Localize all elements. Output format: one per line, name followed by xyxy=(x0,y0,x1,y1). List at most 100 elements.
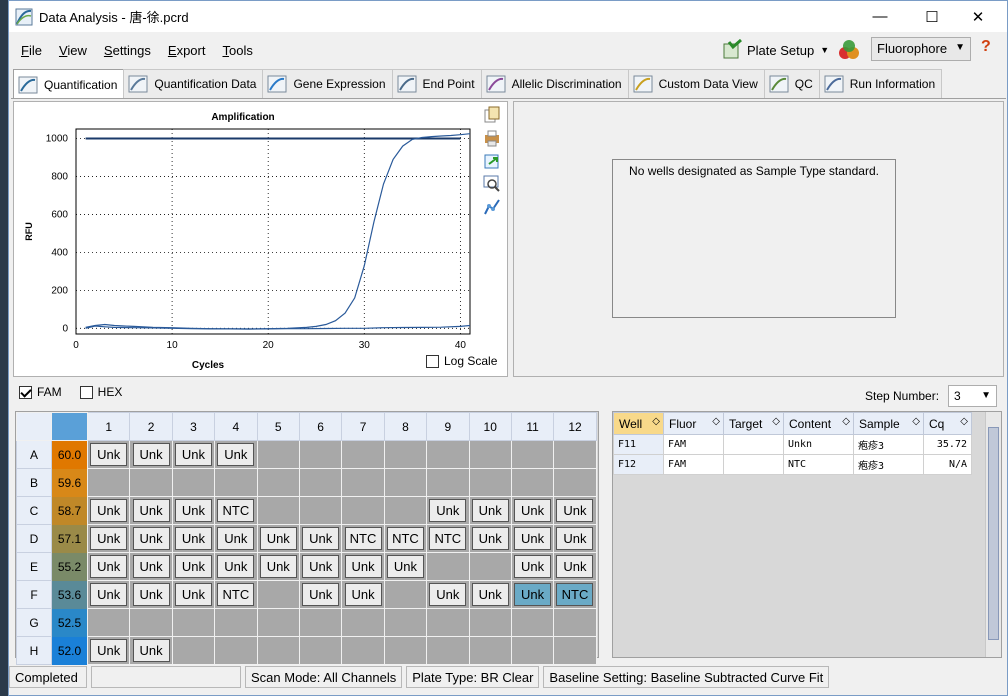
plate-well[interactable]: Unk xyxy=(171,524,216,553)
well-content-label[interactable]: Unk xyxy=(90,639,128,662)
plate-well[interactable]: NTC xyxy=(214,580,258,609)
plate-well[interactable]: Unk xyxy=(510,524,555,553)
plate-well[interactable]: Unk xyxy=(256,524,300,553)
well-content-label[interactable]: NTC xyxy=(386,527,424,550)
plate-well[interactable]: Unk xyxy=(426,580,470,609)
plate-well[interactable]: Unk xyxy=(383,552,428,581)
plate-well[interactable]: Unk xyxy=(129,524,173,553)
plate-well[interactable]: Unk xyxy=(214,552,258,581)
plate-well[interactable]: Unk xyxy=(171,496,216,525)
well-content-label[interactable]: Unk xyxy=(514,527,552,550)
well-content-label[interactable]: Unk xyxy=(514,583,552,606)
well-content-label[interactable]: Unk xyxy=(217,443,255,466)
menu-file[interactable]: File xyxy=(21,43,42,58)
copy-icon[interactable] xyxy=(483,106,501,124)
plate-row-header[interactable]: C xyxy=(16,496,52,525)
well-content-label[interactable]: Unk xyxy=(174,443,212,466)
plate-well[interactable]: Unk xyxy=(510,496,555,525)
well-content-label[interactable]: NTC xyxy=(556,583,594,606)
plate-well[interactable] xyxy=(214,636,258,665)
plate-well[interactable] xyxy=(86,608,131,637)
well-content-label[interactable]: Unk xyxy=(344,583,382,606)
hex-checkbox[interactable]: HEX xyxy=(79,385,122,399)
plate-well[interactable] xyxy=(256,580,300,609)
plate-well[interactable] xyxy=(510,636,555,665)
fluorophore-dropdown[interactable]: Fluorophore ▼ xyxy=(871,37,971,61)
plate-well[interactable] xyxy=(553,636,597,665)
plate-well[interactable]: Unk xyxy=(171,552,216,581)
log-scale-box[interactable] xyxy=(426,354,439,368)
plate-well[interactable] xyxy=(510,608,555,637)
well-content-label[interactable]: Unk xyxy=(90,443,128,466)
plate-well[interactable]: Unk xyxy=(468,524,512,553)
plate-row-header[interactable]: E xyxy=(16,552,52,581)
plate-well[interactable]: Unk xyxy=(298,580,343,609)
plate-well[interactable] xyxy=(214,608,258,637)
well-content-label[interactable]: Unk xyxy=(471,583,509,606)
well-content-label[interactable]: Unk xyxy=(302,555,340,578)
well-content-label[interactable]: NTC xyxy=(344,527,382,550)
plate-column-header[interactable]: 8 xyxy=(383,412,428,441)
sort-icon[interactable]: ◇ xyxy=(960,416,968,427)
plate-column-header[interactable]: 5 xyxy=(256,412,300,441)
vertical-scrollbar[interactable] xyxy=(985,412,1001,657)
well-content-label[interactable]: Unk xyxy=(556,555,594,578)
plate-well[interactable] xyxy=(129,468,173,497)
tab-quantification[interactable]: Quantification xyxy=(13,69,125,99)
plate-well[interactable]: Unk xyxy=(256,552,300,581)
plate-well[interactable]: Unk xyxy=(129,636,173,665)
plate-well[interactable]: Unk xyxy=(553,552,597,581)
well-content-label[interactable]: Unk xyxy=(217,555,255,578)
log-scale-checkbox[interactable]: Log Scale xyxy=(426,354,497,368)
plate-well[interactable] xyxy=(426,552,470,581)
menu-settings[interactable]: Settings xyxy=(104,43,151,58)
well-content-label[interactable]: Unk xyxy=(471,527,509,550)
plate-well[interactable]: Unk xyxy=(298,524,343,553)
well-content-label[interactable]: Unk xyxy=(174,499,212,522)
plate-well[interactable] xyxy=(468,608,512,637)
plate-column-header[interactable]: 9 xyxy=(426,412,470,441)
maximize-button[interactable]: ☐ xyxy=(909,1,955,32)
plate-well[interactable]: Unk xyxy=(171,580,216,609)
plate-column-header[interactable]: 1 xyxy=(86,412,131,441)
plate-well[interactable]: Unk xyxy=(86,440,131,469)
well-content-label[interactable]: Unk xyxy=(90,555,128,578)
plate-well[interactable] xyxy=(383,580,428,609)
well-content-label[interactable]: Unk xyxy=(386,555,424,578)
plate-well[interactable] xyxy=(426,468,470,497)
minimize-button[interactable]: — xyxy=(857,1,903,32)
plate-column-header[interactable]: 4 xyxy=(214,412,258,441)
well-content-label[interactable]: Unk xyxy=(90,499,128,522)
plate-well[interactable] xyxy=(510,468,555,497)
column-header-cq[interactable]: Cq ◇ xyxy=(923,412,972,435)
plate-well[interactable] xyxy=(553,468,597,497)
plate-well[interactable] xyxy=(341,468,385,497)
tab-quantification-data[interactable]: Quantification Data xyxy=(123,69,264,98)
scrollbar-thumb[interactable] xyxy=(988,427,999,640)
well-content-label[interactable]: Unk xyxy=(132,527,170,550)
plate-well[interactable]: Unk xyxy=(468,580,512,609)
tab-gene-expression[interactable]: Gene Expression xyxy=(262,69,393,98)
plate-well[interactable]: Unk xyxy=(298,552,343,581)
plate-well[interactable] xyxy=(256,608,300,637)
plate-setup-button[interactable]: Plate Setup ▼ xyxy=(721,38,829,62)
well-content-label[interactable]: Unk xyxy=(132,499,170,522)
plate-row-header[interactable]: H xyxy=(16,636,52,665)
plate-well[interactable]: NTC xyxy=(341,524,385,553)
sort-icon[interactable]: ◇ xyxy=(712,416,720,427)
plate-well[interactable]: Unk xyxy=(129,496,173,525)
plate-column-header[interactable]: 12 xyxy=(553,412,597,441)
tab-run-information[interactable]: Run Information xyxy=(818,69,943,98)
sort-icon[interactable]: ◇ xyxy=(842,416,850,427)
plate-row-header[interactable]: F xyxy=(16,580,52,609)
well-content-label[interactable]: NTC xyxy=(217,583,255,606)
plate-column-header[interactable]: 3 xyxy=(171,412,216,441)
table-row[interactable]: F12 FAM NTC 疱疹3 N/A xyxy=(613,454,972,475)
plate-well[interactable] xyxy=(298,496,343,525)
plate-well[interactable]: Unk xyxy=(426,496,470,525)
plate-well[interactable]: Unk xyxy=(214,524,258,553)
step-number-dropdown[interactable]: 3 ▼ xyxy=(948,385,998,407)
plate-row-header[interactable]: D xyxy=(16,524,52,553)
zoom-icon[interactable] xyxy=(483,175,501,193)
plate-well[interactable] xyxy=(256,440,300,469)
